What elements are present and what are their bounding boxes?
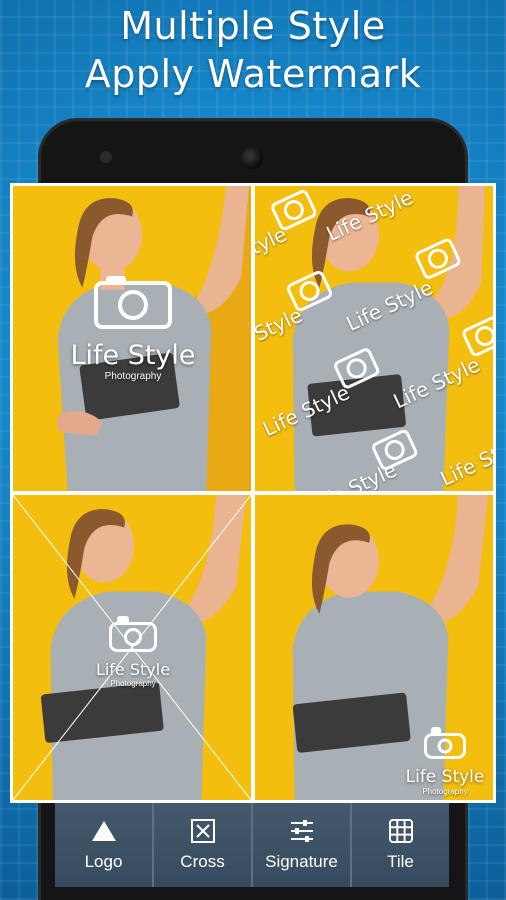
cross-button[interactable]: Cross <box>154 803 253 887</box>
tile-watermark-text: Life Style <box>255 221 291 283</box>
cross-label: Cross <box>180 852 225 871</box>
preview-logo-style[interactable]: Life Style Photography <box>13 186 251 491</box>
triangle-icon <box>91 821 116 841</box>
preview-signature-style[interactable]: Life Style Photography <box>255 495 493 800</box>
tile-watermark-text: Life Style <box>259 380 354 442</box>
tile-watermark-layer: Life Style Life Style Life Style Life St… <box>255 186 493 491</box>
watermark-sub: Photography <box>104 371 162 382</box>
watermark-brand: Life Style <box>405 767 485 787</box>
style-toolbar: Logo Cross Signature Tile <box>55 803 449 887</box>
tile-watermark-text: Life Style <box>389 352 484 414</box>
signature-label: Signature <box>265 852 338 871</box>
tile-watermark-text: Life Style <box>255 302 307 364</box>
signature-watermark: Life Style Photography <box>390 727 493 796</box>
watermark-brand: Life Style <box>95 660 171 679</box>
headline: Multiple Style Apply Watermark <box>0 2 506 98</box>
headline-line-2: Apply Watermark <box>84 52 422 96</box>
watermark-sub: Photography <box>110 679 156 688</box>
tile-camera-icon <box>413 236 463 281</box>
headline-line-1: Multiple Style <box>120 4 386 48</box>
tile-button[interactable]: Tile <box>352 803 449 887</box>
preview-tile-style[interactable]: Life Style Life Style Life Style Life St… <box>255 186 493 491</box>
tile-watermark-text: Life Style <box>436 429 493 491</box>
preview-grid: Life Style Photography Life Style Life S… <box>10 183 496 803</box>
camera-logo-icon <box>109 616 157 652</box>
tile-watermark-text: Life Style <box>322 186 417 247</box>
sliders-icon <box>290 820 313 842</box>
camera-logo-icon <box>424 727 466 759</box>
logo-label: Logo <box>84 852 123 871</box>
camera-logo-icon <box>94 276 172 329</box>
watermark-brand: Life Style <box>70 340 196 371</box>
grid-icon <box>388 819 413 843</box>
tile-camera-icon <box>460 314 493 359</box>
logo-button[interactable]: Logo <box>55 803 154 887</box>
signature-button[interactable]: Signature <box>253 803 352 887</box>
tile-watermark-text: Life Style <box>342 275 437 337</box>
cross-watermark: Life Style Photography <box>73 616 193 688</box>
preview-cross-style[interactable]: Life Style Photography <box>13 495 251 800</box>
tile-label: Tile <box>387 852 414 871</box>
watermark-sub: Photography <box>422 787 468 796</box>
front-camera-icon <box>241 147 263 169</box>
logo-watermark: Life Style Photography <box>48 276 218 382</box>
cross-frame-icon <box>190 819 215 843</box>
sensor-icon <box>100 151 112 163</box>
